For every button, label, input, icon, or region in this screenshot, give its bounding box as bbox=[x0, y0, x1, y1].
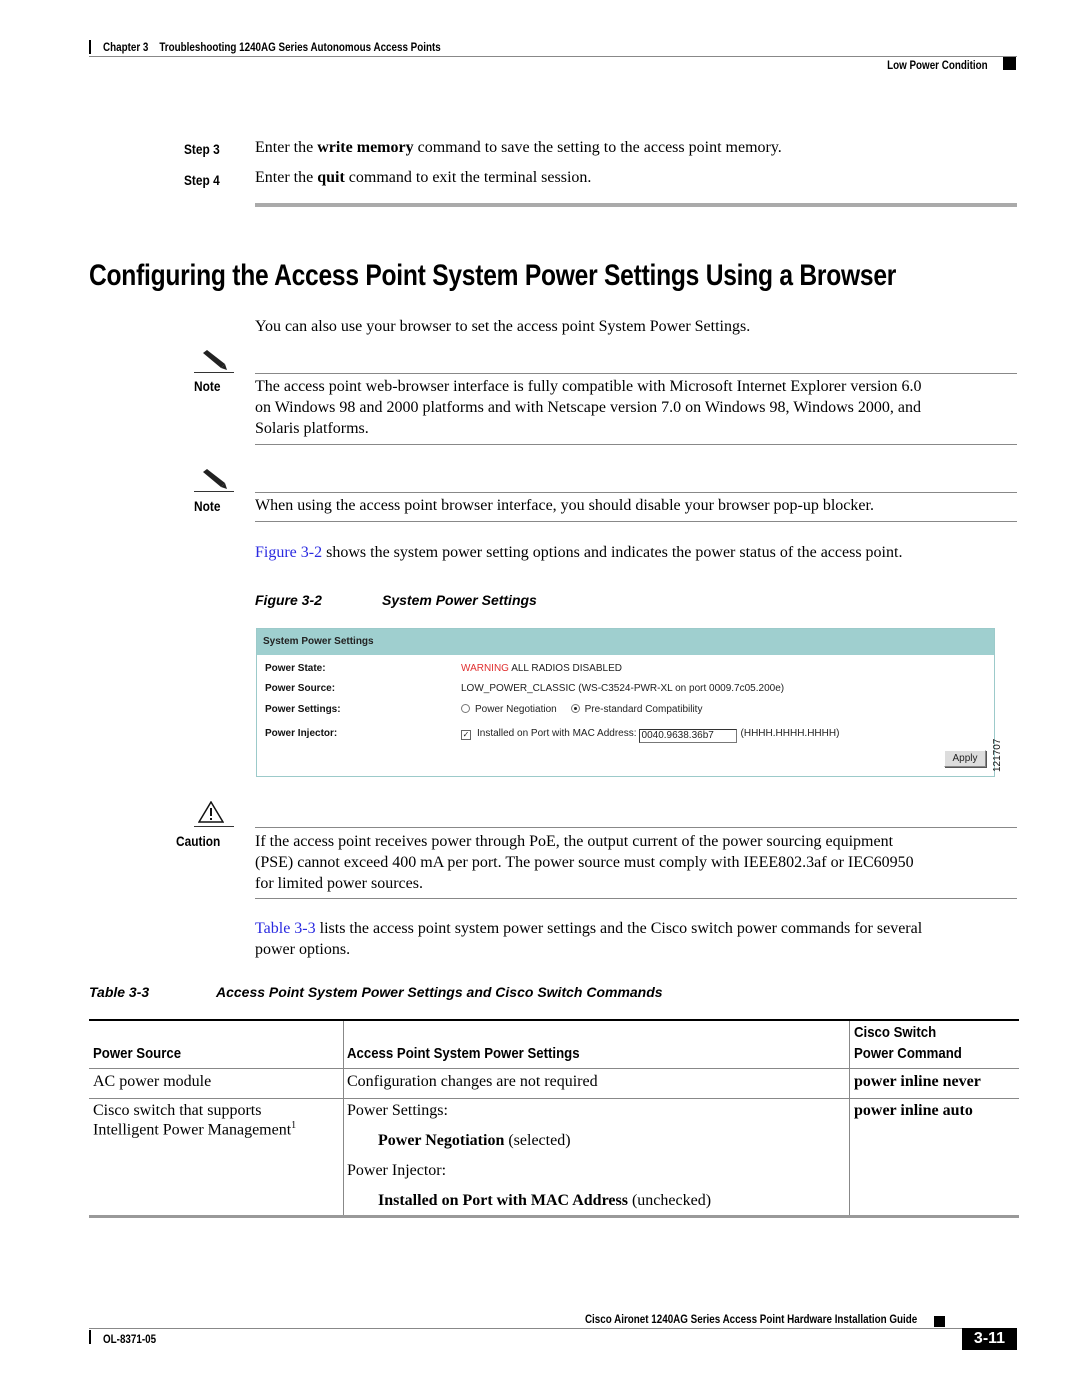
note-top-rule bbox=[255, 492, 1017, 493]
power-settings-label: Power Settings: bbox=[265, 704, 341, 715]
table-header-power-command: Power Command bbox=[854, 1045, 962, 1062]
radio-selected-icon[interactable] bbox=[570, 704, 580, 713]
figure-number: Figure 3-2 bbox=[255, 592, 322, 608]
table-bottom-rule bbox=[89, 1215, 1019, 1218]
panel-title: System Power Settings bbox=[263, 636, 374, 647]
system-power-settings-panel: System Power Settings Power State: WARNI… bbox=[256, 628, 995, 777]
caution-label: Caution bbox=[176, 833, 221, 849]
step-label: Step 4 bbox=[184, 172, 220, 188]
table-cell-settings-label: Power Settings: bbox=[347, 1102, 448, 1119]
radio-pre-standard-compatibility[interactable]: Pre-standard Compatibility bbox=[570, 704, 702, 715]
table-link[interactable]: Table 3-3 bbox=[255, 920, 316, 937]
apply-button[interactable]: Apply bbox=[944, 750, 986, 767]
note-label: Note bbox=[194, 498, 221, 514]
checkbox-checked-icon[interactable]: ✓ bbox=[461, 730, 471, 740]
power-source-value: LOW_POWER_CLASSIC (WS-C3524-PWR-XL on po… bbox=[461, 683, 785, 694]
caution-top-rule bbox=[255, 827, 1017, 828]
note-icon-rule bbox=[194, 372, 234, 373]
running-header-chapter: Chapter 3 Troubleshooting 1240AG Series … bbox=[103, 40, 441, 54]
pencil-icon bbox=[203, 350, 227, 370]
figure-link[interactable]: Figure 3-2 bbox=[255, 544, 322, 561]
header-marker bbox=[1003, 57, 1016, 70]
table-header-power-source: Power Source bbox=[93, 1045, 182, 1062]
footer-rule bbox=[89, 1328, 1017, 1329]
step-text: Enter the write memory command to save t… bbox=[255, 139, 782, 156]
power-state-value: WARNING ALL RADIOS DISABLED bbox=[461, 663, 622, 674]
table-cell-settings-value: Installed on Port with MAC Address (unch… bbox=[378, 1192, 712, 1209]
chapter-title: Troubleshooting 1240AG Series Autonomous… bbox=[159, 40, 441, 54]
footer-guide-title: Cisco Aironet 1240AG Series Access Point… bbox=[584, 1312, 917, 1326]
section-heading: Configuring the Access Point System Powe… bbox=[89, 259, 897, 292]
figure-id: 121707 bbox=[992, 738, 1003, 772]
table-number: Table 3-3 bbox=[89, 984, 150, 1000]
table-cell-source: Cisco switch that supports Intelligent P… bbox=[93, 1102, 297, 1139]
warning-triangle-icon bbox=[198, 801, 224, 823]
footer-bar bbox=[89, 1330, 91, 1344]
step-text: Enter the quit command to exit the termi… bbox=[255, 169, 592, 186]
note-text: When using the access point browser inte… bbox=[255, 497, 874, 514]
table-header-ap-settings: Access Point System Power Settings bbox=[347, 1045, 580, 1062]
note-text: The access point web-browser interface i… bbox=[255, 378, 922, 437]
chapter-number: Chapter 3 bbox=[103, 40, 149, 54]
command-text: quit bbox=[317, 169, 345, 186]
note-top-rule bbox=[255, 373, 1017, 374]
table-cell-source: AC power module bbox=[93, 1073, 212, 1090]
steps-end-rule bbox=[255, 203, 1017, 207]
table-cell-settings: Configuration changes are not required bbox=[347, 1073, 598, 1090]
panel-header: System Power Settings bbox=[257, 629, 994, 655]
caution-icon-rule bbox=[194, 826, 234, 827]
mac-address-input[interactable]: 0040.9638.36b7 bbox=[638, 729, 737, 743]
table-title: Access Point System Power Settings and C… bbox=[216, 984, 663, 1000]
power-state-label: Power State: bbox=[265, 663, 326, 674]
header-bar bbox=[89, 40, 91, 54]
table-cell-settings-value: Power Negotiation (selected) bbox=[378, 1132, 571, 1149]
power-source-label: Power Source: bbox=[265, 683, 336, 694]
radio-power-negotiation[interactable]: Power Negotiation bbox=[461, 704, 557, 715]
table-header-rule bbox=[89, 1068, 1019, 1069]
figure-reference-paragraph: Figure 3-2 shows the system power settin… bbox=[255, 544, 903, 561]
table-cell-command: power inline never bbox=[854, 1073, 981, 1090]
running-header-section: Low Power Condition bbox=[887, 58, 988, 72]
table-reference-paragraph: Table 3-3 lists the access point system … bbox=[255, 920, 923, 958]
header-rule bbox=[89, 56, 1017, 57]
mac-format-hint: (HHHH.HHHH.HHHH) bbox=[740, 728, 840, 739]
note-bottom-rule bbox=[255, 521, 1017, 522]
table-top-rule bbox=[89, 1019, 1019, 1021]
table-column-divider bbox=[343, 1021, 344, 1216]
table-column-divider bbox=[849, 1021, 850, 1216]
warning-text: WARNING bbox=[461, 663, 509, 674]
note-label: Note bbox=[194, 378, 221, 394]
footer-marker bbox=[934, 1316, 945, 1327]
page-number: 3-11 bbox=[962, 1328, 1017, 1350]
power-injector-label: Power Injector: bbox=[265, 728, 338, 739]
note-icon-rule bbox=[194, 491, 234, 492]
command-text: write memory bbox=[317, 139, 414, 156]
table-header-cisco-switch: Cisco Switch bbox=[854, 1024, 937, 1041]
pencil-icon bbox=[203, 469, 227, 489]
caution-bottom-rule bbox=[255, 898, 1017, 899]
table-cell-settings-label: Power Injector: bbox=[347, 1162, 447, 1179]
intro-paragraph: You can also use your browser to set the… bbox=[255, 318, 751, 335]
caution-text: If the access point receives power throu… bbox=[255, 833, 914, 892]
radio-unselected-icon[interactable] bbox=[461, 704, 470, 713]
figure-title: System Power Settings bbox=[382, 592, 537, 608]
note-bottom-rule bbox=[255, 444, 1017, 445]
step-label: Step 3 bbox=[184, 141, 220, 157]
footnote-marker: 1 bbox=[291, 1120, 297, 1131]
checkbox-label: Installed on Port with MAC Address: bbox=[477, 728, 637, 739]
power-injector-row: ✓ Installed on Port with MAC Address: 0040… bbox=[461, 728, 839, 743]
power-settings-options: Power Negotiation Pre-standard Compatibi… bbox=[461, 704, 702, 715]
footer-doc-number: OL-8371-05 bbox=[103, 1332, 157, 1346]
table-row-rule bbox=[89, 1098, 1019, 1099]
table-cell-command: power inline auto bbox=[854, 1102, 973, 1119]
